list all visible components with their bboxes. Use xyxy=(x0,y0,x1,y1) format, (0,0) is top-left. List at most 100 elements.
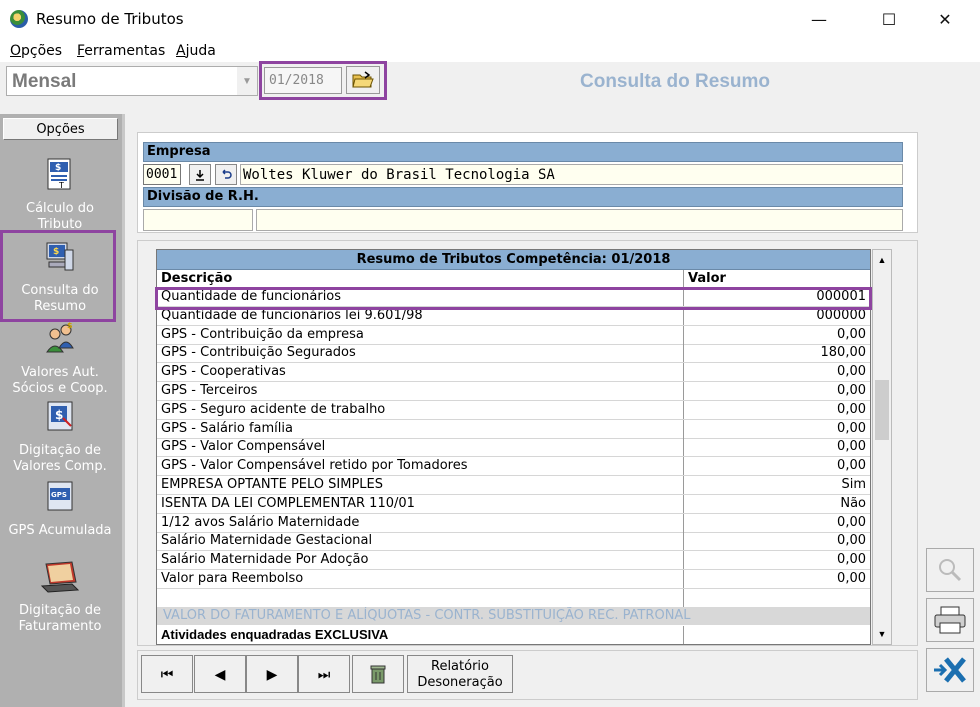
svg-text:T: T xyxy=(58,181,64,190)
table-row[interactable]: GPS - Terceiros 0,00 xyxy=(157,382,870,401)
people-money-icon: $ xyxy=(46,322,74,353)
magnifier-icon xyxy=(939,559,962,582)
cell-descricao: GPS - Valor Compensável retido por Tomad… xyxy=(157,457,684,476)
row-highlight xyxy=(155,287,872,310)
laptop-icon xyxy=(40,561,80,593)
trash-icon xyxy=(370,665,386,684)
menu-ferramentas[interactable]: Ferramentas xyxy=(77,43,165,59)
tab-opcoes[interactable]: Opções xyxy=(3,118,118,140)
table-row[interactable]: GPS - Valor Compensável retido por Tomad… xyxy=(157,457,870,477)
cell-valor: Não xyxy=(840,495,866,511)
svg-text:$: $ xyxy=(55,408,63,422)
cell-valor xyxy=(684,626,870,644)
table-row[interactable]: GPS - Seguro acidente de trabalho 0,00 xyxy=(157,400,870,420)
empresa-header: Empresa xyxy=(143,142,903,162)
download-button[interactable] xyxy=(189,164,211,185)
divisao-name-field[interactable] xyxy=(256,209,903,231)
table-row[interactable]: ISENTA DA LEI COMPLEMENTAR 110/01 Não xyxy=(157,494,870,514)
table-row[interactable]: Salário Maternidade Gestacional 0,00 xyxy=(157,532,870,552)
printer-icon xyxy=(934,606,966,634)
print-button[interactable] xyxy=(926,598,974,642)
table-scrollbar[interactable]: ▲ ▼ xyxy=(872,249,892,645)
nav-item-valores-aut[interactable]: $ Valores Aut. Sócios e Coop. xyxy=(2,322,118,398)
undo-button[interactable] xyxy=(215,164,237,185)
app-icon xyxy=(10,10,28,28)
date-highlight xyxy=(259,61,387,100)
divisao-code-input[interactable] xyxy=(143,209,253,231)
table-row[interactable]: GPS - Contribuição Segurados 180,00 xyxy=(157,344,870,364)
col-descricao[interactable]: Descrição xyxy=(157,270,684,288)
cell-valor: 0,00 xyxy=(837,533,866,549)
cell-valor: 0,00 xyxy=(837,420,866,436)
search-button[interactable] xyxy=(926,548,974,592)
cell-descricao: GPS - Valor Compensável xyxy=(157,438,684,457)
maximize-button[interactable]: ☐ xyxy=(866,0,912,38)
cell-descricao: 1/12 avos Salário Maternidade xyxy=(157,513,684,532)
cell-valor: 0,00 xyxy=(837,401,866,417)
table-row[interactable]: GPS - Salário família 0,00 xyxy=(157,419,870,439)
table-row[interactable]: GPS - Cooperativas 0,00 xyxy=(157,363,870,383)
relatorio-desoneracao-button[interactable]: Relatório Desoneração xyxy=(407,655,513,693)
nav-item-gps-acumulada[interactable]: GPS GPS Acumulada xyxy=(2,480,118,560)
cell-descricao: GPS - Seguro acidente de trabalho xyxy=(157,400,684,419)
cell-descricao: EMPRESA OPTANTE PELO SIMPLES xyxy=(157,476,684,494)
gps-doc-icon: GPS xyxy=(47,481,73,511)
exit-icon xyxy=(934,657,966,683)
splitter[interactable] xyxy=(122,114,125,707)
exit-button[interactable] xyxy=(926,648,974,692)
cell-descricao: Atividades enquadradas EXCLUSIVA xyxy=(157,626,684,644)
nav-item-calculo-tributo[interactable]: $ T Cálculo do Tributo xyxy=(2,158,118,230)
scroll-down-icon[interactable]: ▼ xyxy=(874,625,890,643)
section-separator-row: VALOR DO FATURAMENTO E ALÍQUOTAS - CONTR… xyxy=(157,607,870,625)
cell-valor: 0,00 xyxy=(837,458,866,474)
undo-icon xyxy=(222,168,232,179)
menu-opcoes[interactable]: Opções xyxy=(10,43,62,59)
close-button[interactable]: ✕ xyxy=(922,0,968,38)
empresa-name-field[interactable]: Woltes Kluwer do Brasil Tecnologia SA xyxy=(240,164,903,185)
table-row[interactable]: 1/12 avos Salário Maternidade 0,00 xyxy=(157,513,870,533)
cell-valor: 0,00 xyxy=(837,364,866,380)
nav-item-label: Digitação de Valores Comp. xyxy=(13,443,107,474)
nav-item-label: GPS Acumulada xyxy=(8,523,112,538)
window-title: Resumo de Tributos xyxy=(36,10,184,28)
table-row[interactable]: Valor para Reembolso 0,00 xyxy=(157,570,870,589)
dollar-doc-icon: $ xyxy=(47,401,73,431)
minimize-button[interactable]: — xyxy=(796,0,842,38)
cell-valor: 0,00 xyxy=(837,326,866,342)
table-title: Resumo de Tributos Competência: 01/2018 xyxy=(157,250,870,270)
last-record-button[interactable]: ⏭ xyxy=(298,655,350,693)
empresa-code-input[interactable]: 0001 xyxy=(143,164,181,185)
nav-item-digitacao-faturamento[interactable]: Digitação de Faturamento xyxy=(2,560,118,640)
cell-descricao: GPS - Contribuição Segurados xyxy=(157,344,684,363)
cell-descricao: GPS - Salário família xyxy=(157,419,684,438)
table-row[interactable]: GPS - Contribuição da empresa 0,00 xyxy=(157,325,870,345)
left-panel-top xyxy=(0,106,122,114)
cell-descricao: ISENTA DA LEI COMPLEMENTAR 110/01 xyxy=(157,494,684,513)
prev-record-button[interactable]: ◀ xyxy=(194,655,246,693)
cell-valor: 0,00 xyxy=(837,383,866,398)
table-row[interactable]: EMPRESA OPTANTE PELO SIMPLES Sim xyxy=(157,476,870,495)
cell-descricao: Salário Maternidade Por Adoção xyxy=(157,551,684,570)
menu-ajuda[interactable]: Ajuda xyxy=(176,43,216,59)
col-valor[interactable]: Valor xyxy=(684,270,870,288)
scroll-up-icon[interactable]: ▲ xyxy=(874,251,890,269)
download-icon xyxy=(196,169,204,181)
next-record-button[interactable]: ▶ xyxy=(246,655,298,693)
consulta-highlight xyxy=(0,230,116,322)
calc-doc-icon: $ T xyxy=(47,158,71,190)
cell-descricao: GPS - Terceiros xyxy=(157,382,684,400)
nav-item-digitacao-valores[interactable]: $ Digitação de Valores Comp. xyxy=(2,400,118,480)
nav-item-label: Digitação de Faturamento xyxy=(18,603,102,634)
cell-valor: 0,00 xyxy=(837,514,866,530)
dropdown-arrow-icon[interactable]: ▼ xyxy=(237,67,257,95)
first-record-button[interactable]: ⏮ xyxy=(141,655,193,693)
delete-button[interactable] xyxy=(352,655,404,693)
nav-item-label: Cálculo do Tributo xyxy=(26,201,94,230)
table-row[interactable]: Salário Maternidade Por Adoção 0,00 xyxy=(157,551,870,571)
table-row[interactable]: Atividades enquadradas EXCLUSIVA xyxy=(157,626,870,644)
table-header-row: Descrição Valor xyxy=(157,270,870,288)
table-row[interactable]: GPS - Valor Compensável 0,00 xyxy=(157,438,870,458)
table-row[interactable] xyxy=(157,588,870,608)
scroll-thumb[interactable] xyxy=(875,380,889,440)
cell-valor: 0,00 xyxy=(837,571,866,586)
